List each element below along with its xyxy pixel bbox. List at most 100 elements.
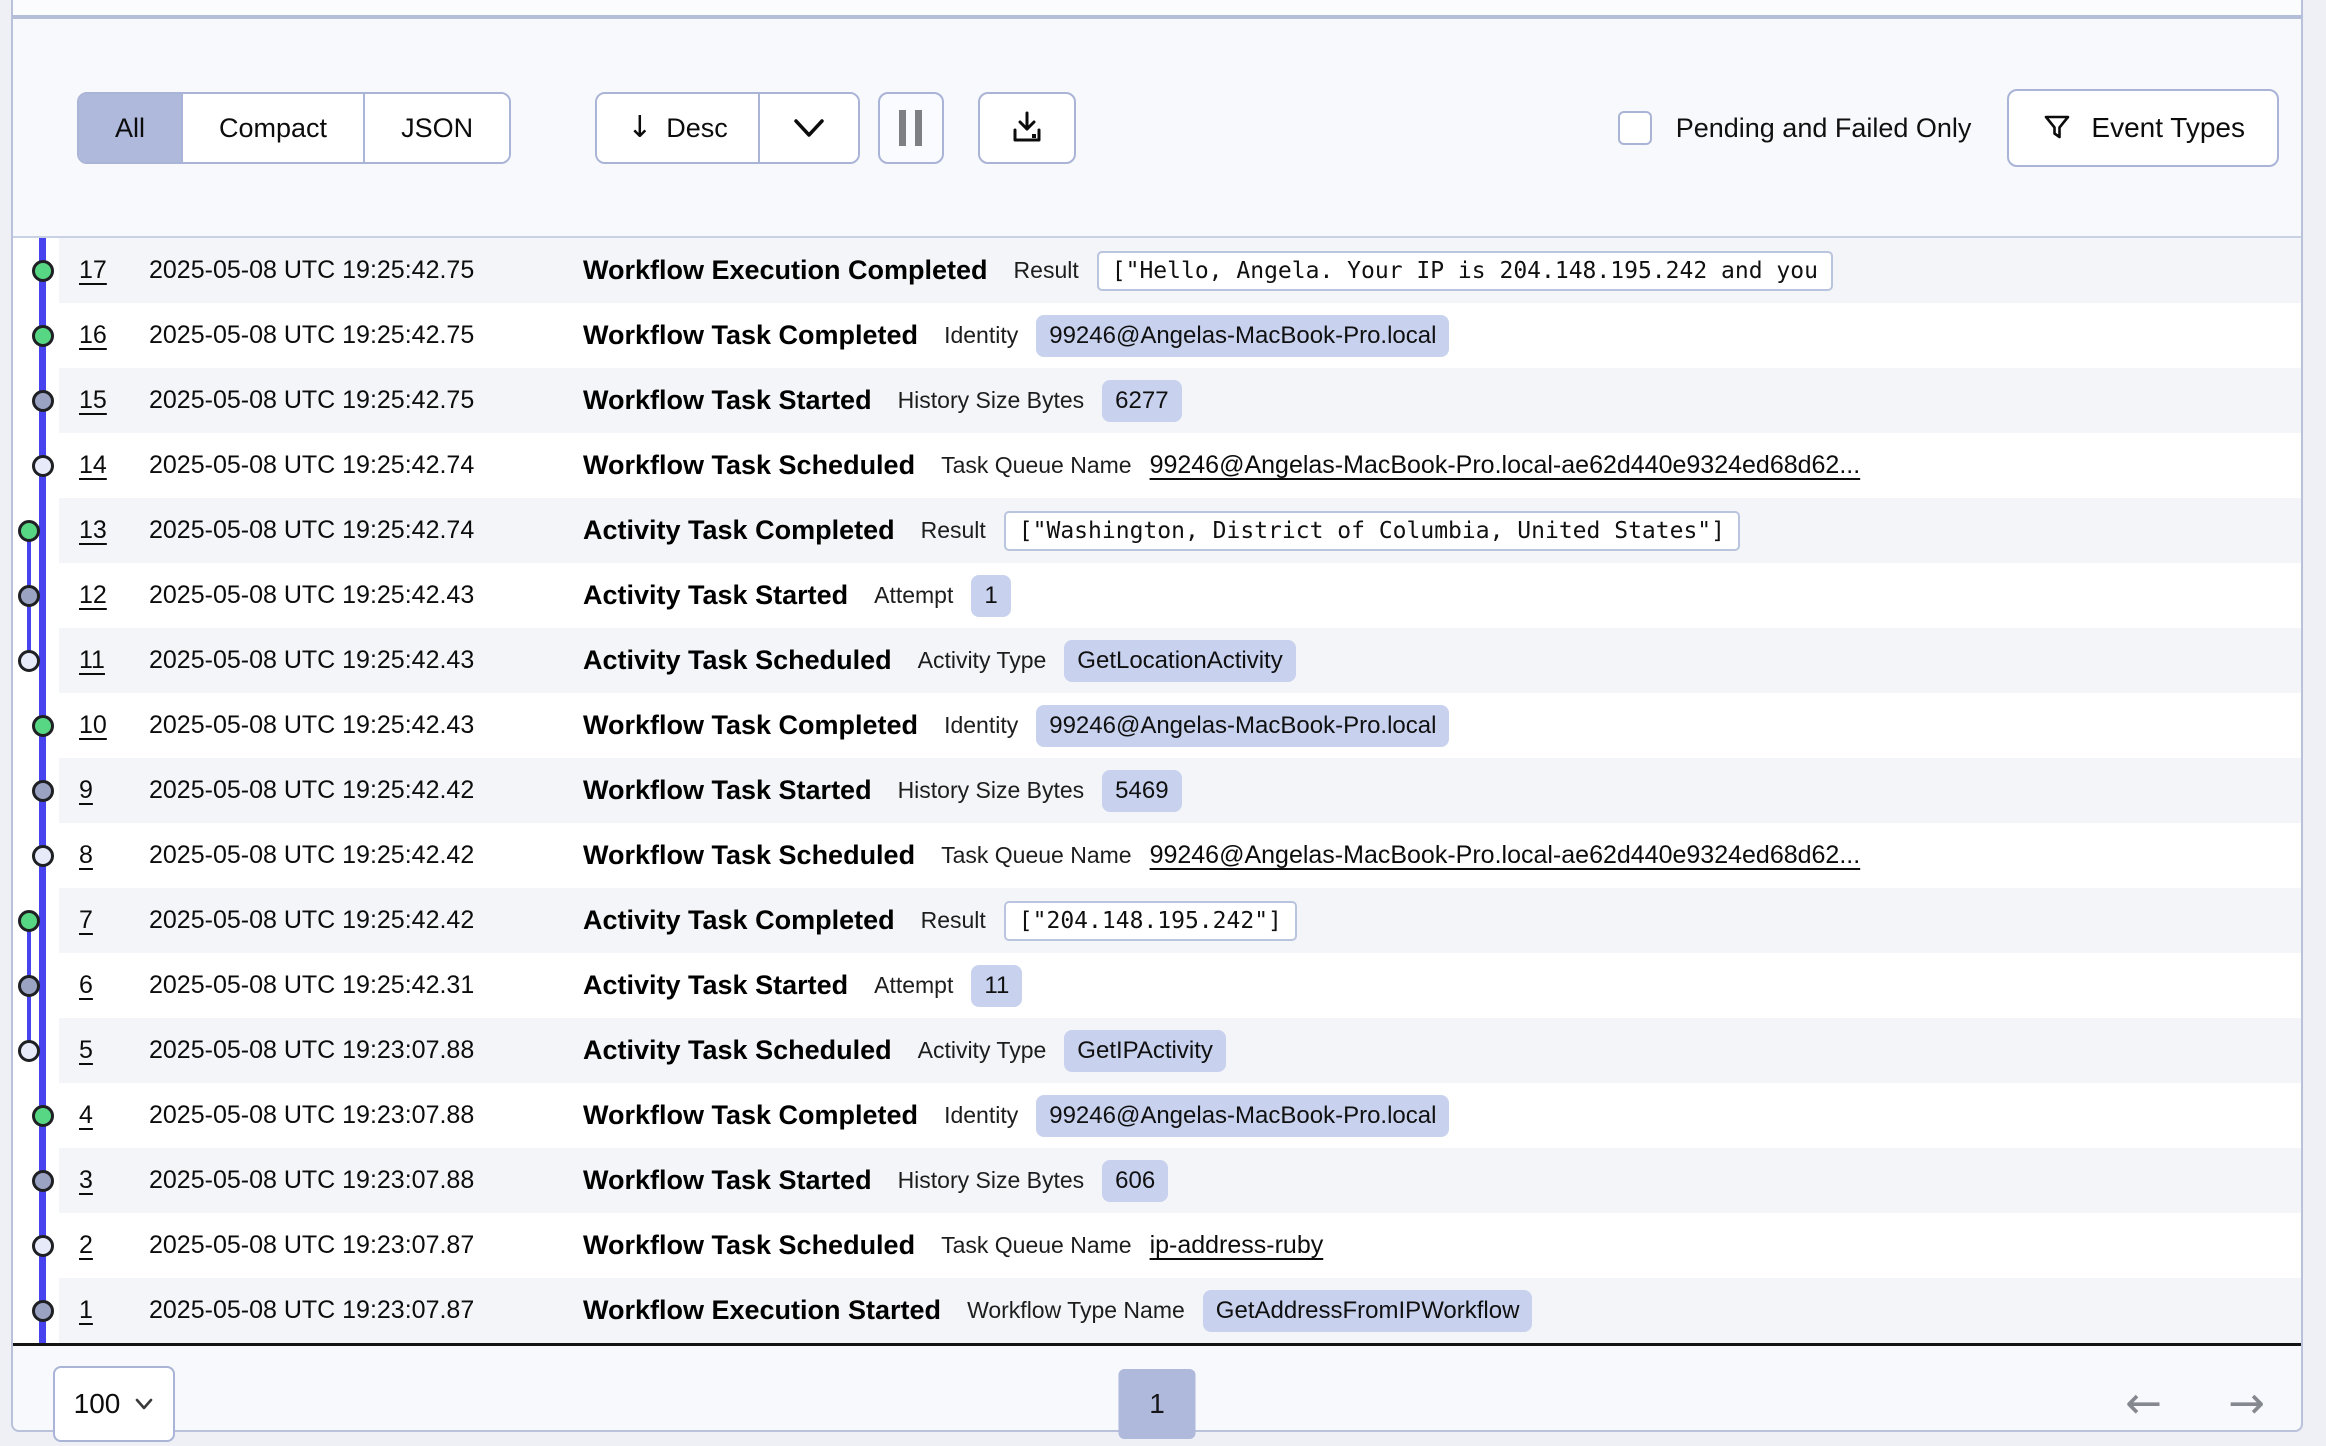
upper-panel-edge: [11, 0, 2303, 15]
event-id-link[interactable]: 16: [79, 321, 127, 350]
row-content: 12 2025-05-08 UTC 19:25:42.43 Activity T…: [59, 563, 2301, 628]
event-history-toolbar: All Compact JSON ↓ Desc: [77, 89, 2281, 167]
row-content: 6 2025-05-08 UTC 19:25:42.31 Activity Ta…: [59, 953, 2301, 1018]
event-id-link[interactable]: 1: [79, 1296, 127, 1325]
event-timestamp: 2025-05-08 UTC 19:25:42.43: [149, 581, 561, 610]
tab-compact[interactable]: Compact: [183, 94, 365, 162]
event-name: Workflow Execution Started: [583, 1295, 941, 1326]
event-row[interactable]: 10 2025-05-08 UTC 19:25:42.43 Workflow T…: [13, 693, 2301, 758]
task-queue-link[interactable]: ip-address-ruby: [1150, 1231, 1324, 1260]
event-id-link[interactable]: 9: [79, 776, 127, 805]
event-row[interactable]: 3 2025-05-08 UTC 19:23:07.88 Workflow Ta…: [13, 1148, 2301, 1213]
event-detail-value: 5469: [1102, 770, 1181, 812]
sort-order-control: ↓ Desc: [595, 92, 860, 164]
event-status-dot: [18, 585, 40, 607]
event-detail-label: Result: [921, 907, 986, 934]
pagination-bar: 100 1 ← →: [13, 1358, 2301, 1446]
event-id-link[interactable]: 3: [79, 1166, 127, 1195]
event-types-filter-button[interactable]: Event Types: [2007, 89, 2279, 167]
event-status-dot: [32, 455, 54, 477]
sort-dropdown-button[interactable]: [760, 94, 858, 162]
event-row[interactable]: 7 2025-05-08 UTC 19:25:42.42 Activity Ta…: [13, 888, 2301, 953]
sort-desc-button[interactable]: ↓ Desc: [597, 94, 760, 162]
event-name: Workflow Task Scheduled: [583, 840, 915, 871]
event-status-dot: [18, 910, 40, 932]
event-id-link[interactable]: 4: [79, 1101, 127, 1130]
event-id-link[interactable]: 15: [79, 386, 127, 415]
event-detail-value: ["Hello, Angela. Your IP is 204.148.195.…: [1097, 251, 1833, 291]
event-timestamp: 2025-05-08 UTC 19:25:42.74: [149, 451, 561, 480]
event-detail-value: GetLocationActivity: [1064, 640, 1295, 682]
next-page-button[interactable]: →: [2228, 1382, 2265, 1426]
event-timestamp: 2025-05-08 UTC 19:25:42.42: [149, 841, 561, 870]
event-timestamp: 2025-05-08 UTC 19:25:42.43: [149, 711, 561, 740]
row-content: 8 2025-05-08 UTC 19:25:42.42 Workflow Ta…: [59, 823, 2301, 888]
event-timestamp: 2025-05-08 UTC 19:25:42.75: [149, 386, 561, 415]
event-row[interactable]: 14 2025-05-08 UTC 19:25:42.74 Workflow T…: [13, 433, 2301, 498]
row-content: 16 2025-05-08 UTC 19:25:42.75 Workflow T…: [59, 303, 2301, 368]
event-detail-label: Identity: [944, 1102, 1018, 1129]
pending-failed-filter: Pending and Failed Only: [1618, 111, 1972, 145]
event-name: Workflow Task Started: [583, 775, 872, 806]
event-detail-label: Identity: [944, 322, 1018, 349]
pause-autorefresh-button[interactable]: [878, 92, 944, 164]
row-content: 3 2025-05-08 UTC 19:23:07.88 Workflow Ta…: [59, 1148, 2301, 1213]
event-status-dot: [18, 650, 40, 672]
event-row[interactable]: 12 2025-05-08 UTC 19:25:42.43 Activity T…: [13, 563, 2301, 628]
event-row[interactable]: 13 2025-05-08 UTC 19:25:42.74 Activity T…: [13, 498, 2301, 563]
event-detail-label: Task Queue Name: [941, 842, 1131, 869]
event-row[interactable]: 8 2025-05-08 UTC 19:25:42.42 Workflow Ta…: [13, 823, 2301, 888]
event-id-link[interactable]: 5: [79, 1036, 127, 1065]
event-status-dot: [32, 260, 54, 282]
chevron-down-icon: [792, 117, 826, 139]
event-row[interactable]: 1 2025-05-08 UTC 19:23:07.87 Workflow Ex…: [13, 1278, 2301, 1343]
event-row[interactable]: 6 2025-05-08 UTC 19:25:42.31 Activity Ta…: [13, 953, 2301, 1018]
event-id-link[interactable]: 10: [79, 711, 127, 740]
event-id-link[interactable]: 6: [79, 971, 127, 1000]
row-content: 9 2025-05-08 UTC 19:25:42.42 Workflow Ta…: [59, 758, 2301, 823]
event-id-link[interactable]: 8: [79, 841, 127, 870]
tab-json[interactable]: JSON: [365, 94, 509, 162]
event-row[interactable]: 15 2025-05-08 UTC 19:25:42.75 Workflow T…: [13, 368, 2301, 433]
event-id-link[interactable]: 14: [79, 451, 127, 480]
event-id-link[interactable]: 7: [79, 906, 127, 935]
tab-all[interactable]: All: [79, 94, 183, 162]
row-content: 2 2025-05-08 UTC 19:23:07.87 Workflow Ta…: [59, 1213, 2301, 1278]
task-queue-link[interactable]: 99246@Angelas-MacBook-Pro.local-ae62d440…: [1150, 841, 1861, 870]
event-row[interactable]: 4 2025-05-08 UTC 19:23:07.88 Workflow Ta…: [13, 1083, 2301, 1148]
page-number-button[interactable]: 1: [1119, 1369, 1196, 1439]
event-detail-label: Result: [921, 517, 986, 544]
event-name: Workflow Task Started: [583, 385, 872, 416]
event-timestamp: 2025-05-08 UTC 19:25:42.75: [149, 321, 561, 350]
event-name: Workflow Task Scheduled: [583, 450, 915, 481]
event-detail-value: 99246@Angelas-MacBook-Pro.local: [1036, 705, 1449, 747]
event-id-link[interactable]: 17: [79, 256, 127, 285]
event-id-link[interactable]: 2: [79, 1231, 127, 1260]
event-status-dot: [32, 1170, 54, 1192]
pause-icon: [899, 110, 906, 146]
event-timestamp: 2025-05-08 UTC 19:25:42.42: [149, 906, 561, 935]
pending-failed-checkbox[interactable]: [1618, 111, 1652, 145]
event-detail-label: Result: [1014, 257, 1079, 284]
event-row[interactable]: 5 2025-05-08 UTC 19:23:07.88 Activity Ta…: [13, 1018, 2301, 1083]
previous-page-button[interactable]: ←: [2125, 1382, 2162, 1426]
event-row[interactable]: 2 2025-05-08 UTC 19:23:07.87 Workflow Ta…: [13, 1213, 2301, 1278]
event-detail-label: Attempt: [874, 972, 953, 999]
event-row[interactable]: 17 2025-05-08 UTC 19:25:42.75 Workflow E…: [13, 238, 2301, 303]
event-history-panel: All Compact JSON ↓ Desc: [11, 15, 2303, 1432]
download-icon: [1008, 109, 1046, 147]
task-queue-link[interactable]: 99246@Angelas-MacBook-Pro.local-ae62d440…: [1150, 451, 1861, 480]
event-row[interactable]: 16 2025-05-08 UTC 19:25:42.75 Workflow T…: [13, 303, 2301, 368]
page-size-select[interactable]: 100: [53, 1366, 175, 1442]
event-detail-label: History Size Bytes: [898, 777, 1085, 804]
event-row[interactable]: 9 2025-05-08 UTC 19:25:42.42 Workflow Ta…: [13, 758, 2301, 823]
event-name: Workflow Task Completed: [583, 1100, 918, 1131]
download-history-button[interactable]: [978, 92, 1076, 164]
event-id-link[interactable]: 11: [79, 646, 127, 675]
event-id-link[interactable]: 13: [79, 516, 127, 545]
event-name: Activity Task Scheduled: [583, 1035, 892, 1066]
event-detail-value: 99246@Angelas-MacBook-Pro.local: [1036, 1095, 1449, 1137]
event-row[interactable]: 11 2025-05-08 UTC 19:25:42.43 Activity T…: [13, 628, 2301, 693]
event-id-link[interactable]: 12: [79, 581, 127, 610]
row-content: 17 2025-05-08 UTC 19:25:42.75 Workflow E…: [59, 238, 2301, 303]
